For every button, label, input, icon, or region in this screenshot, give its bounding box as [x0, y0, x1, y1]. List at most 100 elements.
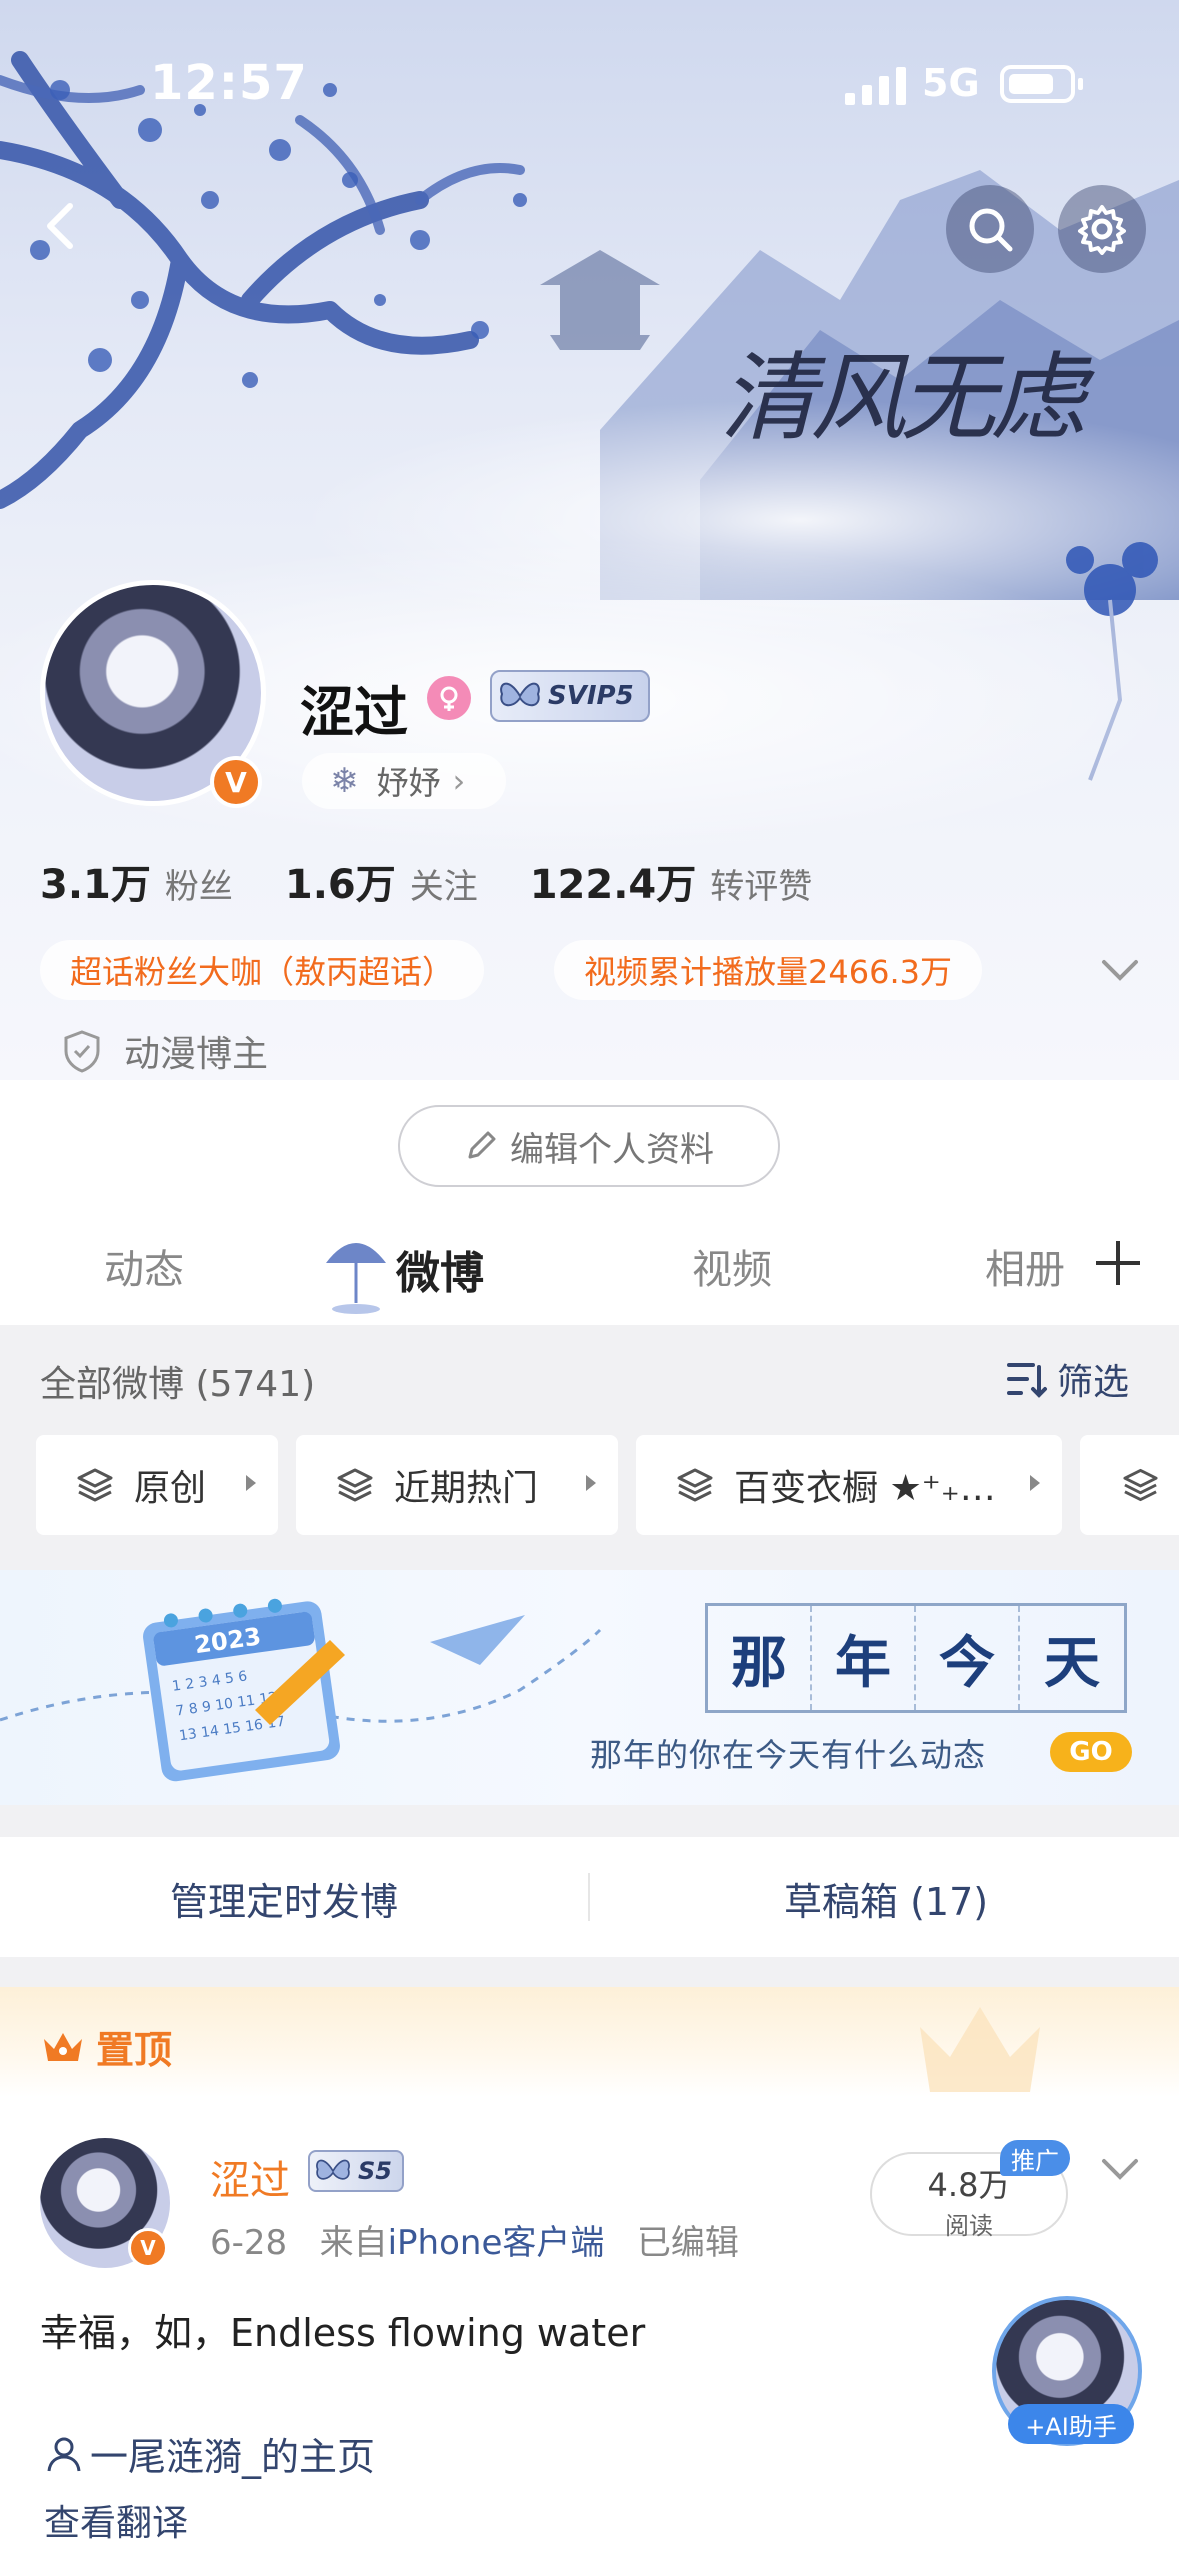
snowflake-icon: ❄: [330, 761, 359, 801]
chevron-down-icon[interactable]: [1100, 956, 1140, 984]
stat-following[interactable]: 1.6万 关注: [285, 852, 478, 910]
user-icon: [47, 2437, 81, 2471]
tab-weibo[interactable]: 微博: [396, 1237, 484, 1301]
status-time: 12:57: [150, 55, 308, 111]
tab-albums[interactable]: 相册: [985, 1237, 1075, 1295]
caret-right-icon: [246, 1475, 256, 1491]
filter-button[interactable]: 筛选: [1005, 1353, 1129, 1405]
post-tools-row: 管理定时发博 草稿箱 (17): [0, 1837, 1179, 1957]
on-this-day-banner[interactable]: 2023 1 2 3 4 5 6 7 8 9 10 11 12 13 14 15…: [0, 1570, 1179, 1805]
read-count-label: 阅读: [945, 2212, 993, 2240]
female-icon: [427, 676, 471, 720]
back-arrow-icon[interactable]: [36, 200, 88, 252]
post-meta: 6-28 来自iPhone客户端 已编辑: [210, 2215, 739, 2264]
caret-right-icon: [1030, 1475, 1040, 1491]
crown-watermark-icon: [920, 2007, 1040, 2092]
stat-label: 粉丝: [164, 867, 233, 907]
post-body: 幸福，如，Endless flowing water: [40, 2311, 646, 2355]
svip-label: SVIP5: [548, 681, 634, 711]
translate-link[interactable]: 查看翻译: [44, 2494, 188, 2546]
layers-icon: [1123, 1468, 1158, 1502]
drafts-button[interactable]: 草稿箱 (17): [784, 1871, 988, 1926]
gear-icon: [1078, 205, 1126, 255]
go-button[interactable]: GO: [1050, 1732, 1132, 1772]
battery-icon: [1000, 65, 1083, 103]
stat-label: 关注: [409, 867, 478, 907]
search-icon: [969, 208, 1013, 252]
profile-banner: 12:57 5G 清风无虑: [0, 0, 1179, 1080]
chip-label: 原创: [134, 1468, 207, 1509]
chip-recent-hot[interactable]: 近期热门: [296, 1435, 618, 1535]
edited-label: 已编辑: [636, 2223, 739, 2263]
tag-super-fan[interactable]: 超话粉丝大咖（敖丙超话）: [40, 940, 485, 1000]
chip-more[interactable]: [1080, 1435, 1179, 1535]
on-this-day-subtitle: 那年的你在今天有什么动态: [590, 1736, 987, 1774]
stat-value: 122.4万: [529, 862, 697, 908]
post-author-name[interactable]: 涩过: [210, 2148, 290, 2206]
section-divider: [0, 1957, 1179, 1987]
verified-badge: V: [210, 756, 262, 808]
layers-icon: [677, 1468, 713, 1502]
edit-profile-label: 编辑个人资料: [510, 1129, 714, 1170]
pencil-icon: [468, 1131, 496, 1159]
creator-label[interactable]: 动漫博主: [62, 1025, 268, 1077]
chip-label: 近期热门: [394, 1468, 539, 1509]
caret-right-icon: [586, 1475, 596, 1491]
level-label: S5: [358, 2157, 392, 2185]
stat-followers[interactable]: 3.1万 粉丝: [40, 852, 233, 910]
filter-label: 筛选: [1057, 1362, 1130, 1403]
on-this-day-title: 那 年 今 天: [705, 1603, 1127, 1713]
svip-badge[interactable]: SVIP5: [490, 670, 650, 722]
title-char: 年: [812, 1606, 916, 1710]
stat-value: 1.6万: [284, 862, 396, 908]
pinned-label: 置顶: [40, 2019, 172, 2074]
profile-stats: 3.1万 粉丝 1.6万 关注 122.4万 转评赞: [40, 852, 864, 910]
edit-profile-button[interactable]: 编辑个人资料: [398, 1105, 780, 1187]
ink-painting-art: [0, 51, 1179, 860]
stat-label: 转评赞: [710, 867, 813, 907]
section-divider: [0, 1805, 1179, 1837]
level-badge: S5: [308, 2150, 404, 2192]
ai-assistant-label[interactable]: +AI助手: [1008, 2404, 1134, 2444]
add-tab-icon[interactable]: [1094, 1239, 1142, 1287]
nickname-label: 妤妤: [376, 764, 441, 802]
search-button[interactable]: [946, 185, 1034, 273]
layers-icon: [337, 1468, 373, 1502]
crown-icon: [44, 2032, 82, 2061]
nickname-chip[interactable]: ❄ 妤妤 ›: [302, 753, 506, 809]
creator-text: 动漫博主: [124, 1034, 269, 1075]
network-type: 5G: [922, 61, 980, 105]
post-source: iPhone客户端: [387, 2223, 605, 2263]
scheduled-posts-button[interactable]: 管理定时发博: [170, 1871, 398, 1926]
title-char: 今: [916, 1606, 1020, 1710]
stat-interactions[interactable]: 122.4万 转评赞: [530, 852, 813, 910]
shield-icon: [64, 1030, 100, 1073]
pinned-header: 置顶: [0, 1987, 1179, 2097]
signal-icon: [845, 67, 906, 105]
home-link-label: 一尾涟漪_的主页: [90, 2435, 376, 2479]
all-posts-count: 全部微博 (5741): [40, 1364, 316, 1405]
butterfly-icon: [500, 682, 540, 707]
title-char: 天: [1044, 1629, 1100, 1696]
pinned-text: 置顶: [96, 2028, 173, 2072]
stat-value: 3.1万: [40, 862, 151, 908]
status-bar: 12:57 5G: [0, 55, 1179, 115]
umbrella-girl-icon: [326, 1243, 386, 1314]
butterfly-icon: [316, 2159, 350, 2180]
home-link[interactable]: 一尾涟漪_的主页: [44, 2426, 375, 2481]
chip-original[interactable]: 原创: [36, 1435, 278, 1535]
settings-button[interactable]: [1058, 185, 1146, 273]
source-prefix: 来自: [319, 2223, 388, 2263]
tab-videos[interactable]: 视频: [692, 1237, 772, 1295]
tag-video-plays[interactable]: 视频累计播放量2466.3万: [554, 940, 982, 1000]
chevron-down-icon[interactable]: [1100, 2155, 1140, 2183]
tab-feed[interactable]: 动态: [104, 1237, 184, 1295]
filter-icon: [1007, 1363, 1047, 1398]
title-char: 那: [708, 1606, 812, 1710]
chip-wardrobe[interactable]: 百变衣橱 ★⁺₊…: [636, 1435, 1062, 1535]
layers-icon: [77, 1468, 113, 1502]
banner-calligraphy: 清风无虑: [720, 342, 1086, 454]
promote-badge[interactable]: 推广: [1000, 2140, 1070, 2176]
divider: [588, 1873, 590, 1921]
profile-tabs: 动态 微博 视频 相册: [0, 1215, 1179, 1325]
